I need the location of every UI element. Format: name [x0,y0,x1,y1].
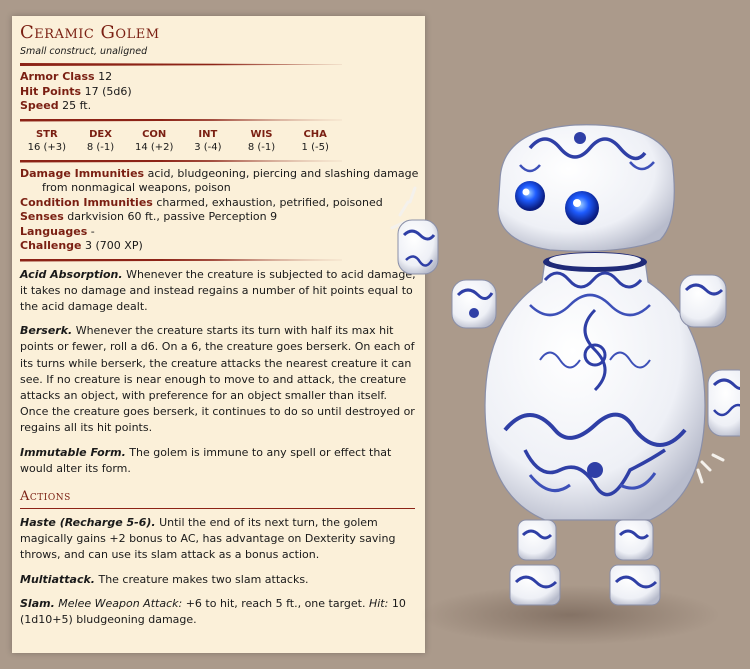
trait-acid-absorption: Acid Absorption. Whenever the creature i… [20,267,416,313]
golem-body [484,252,706,521]
left-eye-icon [515,181,545,211]
left-arm [397,219,497,329]
trait-berserk: Berserk. Whenever the creature starts it… [20,324,415,435]
action-multiattack: Multiattack. The creature makes two slam… [20,572,309,586]
divider [20,159,342,163]
monster-type: Small construct, unaligned [20,46,148,57]
ability-str: STR 16 (+3) [27,128,67,153]
actions-heading: Actions [20,488,71,504]
languages: Languages - [20,224,95,238]
ability-cha: CHA 1 (-5) [301,128,329,153]
ability-dex: DEX 8 (-1) [86,128,115,153]
trait-immutable-form: Immutable Form. The golem is immune to a… [20,445,392,475]
hit-points: Hit Points 17 (5d6) [20,84,132,98]
speed: Speed 25 ft. [20,99,92,112]
actions-divider [20,507,415,509]
divider [20,118,342,122]
stat-block: Ceramic Golem Small construct, unaligned… [12,16,425,653]
senses: Senses darkvision 60 ft., passive Percep… [20,210,278,223]
action-slam: Slam. Melee Weapon Attack: +6 to hit, re… [20,596,406,626]
ability-int: INT 3 (-4) [194,128,222,153]
divider [20,63,342,66]
monster-name: Ceramic Golem [20,22,160,43]
golem-head [497,124,675,252]
armor-class: Armor Class 12 [20,70,113,83]
challenge: Challenge 3 (700 XP) [20,239,143,252]
damage-immunities: Damage Immunities acid, bludgeoning, pie… [20,166,419,195]
ceramic-golem-illustration [390,124,740,645]
right-eye-icon [565,191,599,225]
action-haste: Haste (Recharge 5-6). Until the end of i… [20,515,396,562]
ability-con: CON 14 (+2) [134,128,174,153]
ability-scores: STR 16 (+3) DEX 8 (-1) CON 14 (+2) INT 3 (-4… [20,128,342,155]
divider [20,258,342,262]
condition-immunities: Condition Immunities charmed, exhaustion… [20,195,383,209]
ability-wis: WIS 8 (-1) [247,128,276,153]
